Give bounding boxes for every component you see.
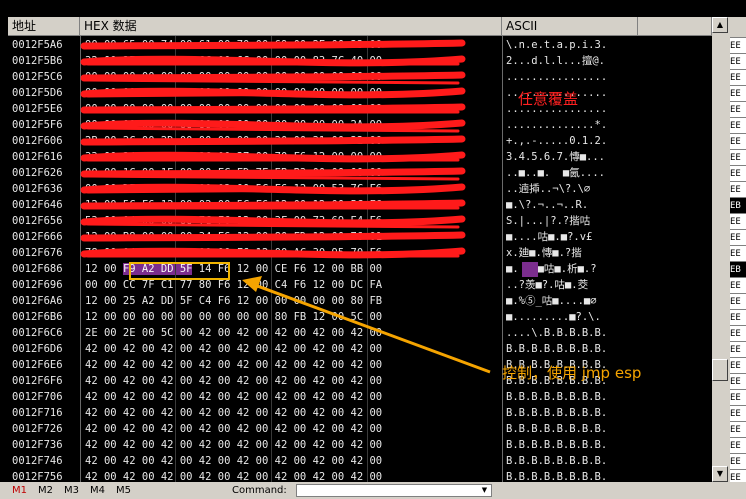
red-scribble-stroke (80, 167, 466, 178)
register-flag-cell: EE (730, 101, 746, 117)
register-flag-cell: EE (730, 421, 746, 437)
register-flag-cell: EE (730, 357, 746, 373)
register-flag-cell: EE (730, 373, 746, 389)
memory-tab-m1[interactable]: M1 (12, 482, 27, 499)
register-flag-cell: EE (730, 325, 746, 341)
register-flag-cell: EE (730, 453, 746, 469)
annotation-overlay (80, 39, 491, 374)
register-flag-cell: EE (730, 229, 746, 245)
memory-tab-m2[interactable]: M2 (38, 482, 53, 499)
red-scribble-stroke (80, 215, 466, 227)
red-scribble-stroke (80, 103, 466, 114)
scroll-up-button[interactable]: ▲ (712, 17, 728, 33)
register-flag-cell: EE (730, 149, 746, 165)
register-flag-cell: EE (730, 277, 746, 293)
red-scribble-stroke (80, 199, 466, 210)
cpu-registers-strip: EE EE EE EE EE EE EE EE EE EE EB EE EE EE EB EE EE EE EE EE… (728, 17, 746, 482)
return-address-highlight (129, 262, 230, 280)
register-flag-cell: EE (730, 69, 746, 85)
red-scribble-stroke (80, 119, 466, 131)
chevron-down-icon[interactable]: ▼ (479, 485, 490, 496)
command-label: Command: (232, 485, 287, 496)
register-flag-cell: EE (730, 309, 746, 325)
annotation-arrow-head (242, 276, 262, 292)
overwrite-annotation: 任意覆盖 (518, 90, 579, 108)
red-scribble-stroke (80, 247, 466, 259)
register-flag-cell: EB (730, 261, 746, 277)
scroll-thumb[interactable] (712, 359, 728, 381)
memory-tab-m4[interactable]: M4 (90, 482, 105, 499)
red-scribble-stroke (80, 55, 466, 67)
red-scribble-stroke (86, 174, 460, 181)
register-flag-cell: EE (730, 405, 746, 421)
red-scribble-stroke (80, 71, 466, 82)
red-scribble-stroke (80, 151, 466, 163)
register-flag-cell: EE (730, 53, 746, 69)
register-flag-cell: EE (730, 37, 746, 53)
register-flag-cell: EE (730, 133, 746, 149)
jmp-esp-annotation: 控制，使用 jmp esp (502, 364, 642, 382)
register-flag-cell: EE (730, 85, 746, 101)
register-flag-cell: EE (730, 469, 746, 482)
annotation-arrow-line (251, 282, 491, 374)
scroll-down-button[interactable]: ▼ (712, 466, 728, 482)
command-input[interactable] (296, 484, 492, 497)
register-flag-cell: EE (730, 389, 746, 405)
register-flag-cell: EE (730, 293, 746, 309)
vertical-scrollbar[interactable]: ▲ ▼ (712, 17, 728, 482)
register-flag-cell: EE (730, 181, 746, 197)
memory-tab-m5[interactable]: M5 (116, 482, 131, 499)
register-flag-cell: EB (730, 197, 746, 213)
bottom-bar: M1 M2 M3 M4 M5 Command: ▼ (0, 482, 746, 499)
register-flag-cell: EE (730, 165, 746, 181)
memory-tab-m3[interactable]: M3 (64, 482, 79, 499)
red-scribble-stroke (86, 78, 460, 85)
register-flag-cell: EE (730, 213, 746, 229)
red-scribbles (80, 39, 466, 259)
register-flag-cell: EE (730, 341, 746, 357)
register-flag-cell: EE (730, 245, 746, 261)
register-flag-cell: EE (730, 437, 746, 453)
register-flag-cell: EE (730, 117, 746, 133)
